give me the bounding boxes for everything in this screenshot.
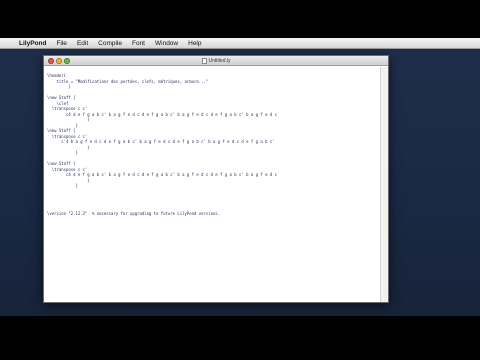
window-titlebar[interactable]: Untitled.ly	[44, 56, 388, 66]
code-line: \transpose c c'	[47, 106, 88, 111]
menu-bar: LilyPond File Edit Compile Font Window H…	[0, 38, 480, 49]
code-line: c4 d e f g a b c' b a g f e d c d e f g …	[47, 172, 277, 177]
menu-compile[interactable]: Compile	[93, 38, 127, 49]
code-line: \header{	[47, 73, 66, 78]
document-icon	[201, 58, 207, 64]
code-line: }	[47, 183, 78, 188]
document-window: Untitled.ly \header{ title = "Modificati…	[43, 55, 389, 303]
code-editor[interactable]: \header{ title = "Modifications des port…	[44, 67, 380, 302]
code-line: \version "2.12.3" % necessary for upgrad…	[47, 210, 221, 216]
code-line: \new Staff {	[47, 161, 76, 166]
code-line: \clef	[47, 100, 69, 106]
code-line: c'4 b a g f e d c d e f g a b c' b a g f…	[47, 139, 275, 144]
code-line: \transpose c c'	[47, 166, 88, 172]
code-line: title = "Modifications des portées, clef…	[47, 78, 209, 84]
code-line: \new Staff {	[47, 95, 76, 100]
menu-window[interactable]: Window	[150, 38, 183, 49]
menu-file[interactable]: File	[51, 38, 71, 49]
window-title-group: Untitled.ly	[44, 56, 388, 66]
code-line: }	[47, 144, 90, 150]
menu-help[interactable]: Help	[183, 38, 206, 49]
menu-lilypond[interactable]: LilyPond	[14, 38, 51, 49]
code-line: \transpose c c'	[47, 133, 88, 139]
code-line: }	[47, 84, 71, 89]
desktop: LilyPond File Edit Compile Font Window H…	[0, 38, 480, 316]
code-line: }	[47, 177, 90, 183]
code-line: \new Staff {	[47, 128, 76, 133]
code-line: }	[47, 150, 78, 155]
window-title: Untitled.ly	[208, 58, 231, 64]
code-line: c4 d e f g a b c' b a g f e d c d e f g …	[47, 111, 277, 117]
vertical-scrollbar[interactable]	[380, 67, 388, 302]
menu-font[interactable]: Font	[127, 38, 150, 49]
video-frame: LilyPond File Edit Compile Font Window H…	[0, 0, 480, 360]
code-line: }	[47, 117, 90, 122]
menu-edit[interactable]: Edit	[72, 38, 93, 49]
code-line: }	[47, 122, 78, 128]
code-text[interactable]: \header{ title = "Modifications des port…	[47, 73, 380, 216]
